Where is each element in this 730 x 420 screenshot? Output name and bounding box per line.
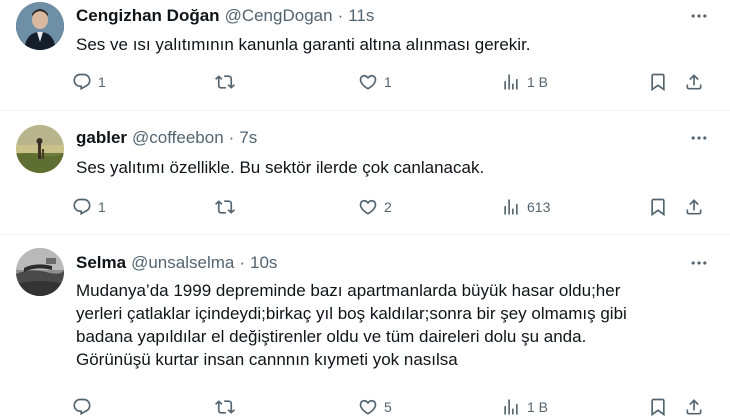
- like-count: 2: [384, 199, 392, 215]
- author-name[interactable]: gabler: [76, 128, 127, 148]
- bookmark-icon: [648, 197, 668, 217]
- views-count: 1 B: [527, 399, 549, 415]
- tweet-header: Selma @unsalselma · 10s: [76, 251, 277, 275]
- author-name[interactable]: Selma: [76, 253, 126, 273]
- bookmark-button[interactable]: [648, 195, 668, 219]
- bookmark-icon: [648, 397, 668, 417]
- views-button[interactable]: 613: [501, 195, 550, 219]
- tweet-text: Mudanya’da 1999 depreminde bazı apartman…: [76, 279, 696, 371]
- reply-count: 1: [98, 199, 106, 215]
- avatar[interactable]: [16, 248, 64, 296]
- reply-count: 1: [98, 74, 106, 90]
- retweet-button[interactable]: [215, 195, 241, 219]
- tweet-text: Ses ve ısı yalıtımının kanunla garanti a…: [76, 33, 696, 56]
- tweet-header: gabler @coffeebon · 7s: [76, 126, 257, 150]
- more-icon[interactable]: [686, 251, 712, 275]
- author-handle[interactable]: @CengDogan: [225, 6, 333, 26]
- tweet-text-line: Ses ve ısı yalıtımının kanunla garanti a…: [76, 35, 531, 54]
- timestamp[interactable]: 7s: [239, 128, 257, 148]
- retweet-button[interactable]: [215, 70, 241, 94]
- action-bar: 5 1 B: [72, 395, 712, 419]
- share-icon: [684, 72, 704, 92]
- tweet-text-line: Mudanya’da 1999 depreminde bazı apartman…: [76, 281, 621, 300]
- retweet-button[interactable]: [215, 395, 241, 419]
- share-button[interactable]: [684, 70, 704, 94]
- views-button[interactable]: 1 B: [501, 395, 548, 419]
- author-handle[interactable]: @coffeebon: [132, 128, 224, 148]
- tweet-header: Cengizhan Doğan @CengDogan · 11s: [76, 4, 374, 28]
- views-icon: [501, 72, 521, 92]
- bookmark-button[interactable]: [648, 395, 668, 419]
- timestamp[interactable]: 11s: [348, 6, 374, 26]
- reply-button[interactable]: 1: [72, 195, 106, 219]
- reply-button[interactable]: 1: [72, 70, 106, 94]
- reply-icon: [72, 72, 92, 92]
- like-count: 5: [384, 399, 392, 415]
- reply-button[interactable]: [72, 395, 98, 419]
- tweet-text-line: Görünüşü kurtar insan cannnın kıymeti yo…: [76, 350, 458, 369]
- action-bar: 1 2 613: [72, 195, 712, 219]
- author-name[interactable]: Cengizhan Doğan: [76, 6, 220, 26]
- reply-icon: [72, 197, 92, 217]
- tweet-text-line: Ses yalıtımı özellikle. Bu sektör ilerde…: [76, 158, 485, 177]
- avatar-landscape: [16, 125, 64, 173]
- tweet-text: Ses yalıtımı özellikle. Bu sektör ilerde…: [76, 156, 696, 179]
- separator-dot: ·: [337, 6, 344, 25]
- like-button[interactable]: 2: [358, 195, 392, 219]
- share-icon: [684, 197, 704, 217]
- tweet-3[interactable]: Selma @unsalselma · 10s Mudanya’da 1999 …: [0, 235, 730, 420]
- share-icon: [684, 397, 704, 417]
- like-count: 1: [384, 74, 392, 90]
- like-icon: [358, 397, 378, 417]
- bookmark-button[interactable]: [648, 70, 668, 94]
- views-icon: [501, 197, 521, 217]
- separator-dot: ·: [239, 253, 246, 272]
- avatar-photo: [16, 248, 64, 296]
- views-count: 613: [527, 199, 551, 215]
- tweet-1[interactable]: Cengizhan Doğan @CengDogan · 11s Ses ve …: [0, 0, 730, 114]
- avatar[interactable]: [16, 125, 64, 173]
- avatar-portrait: [16, 2, 64, 50]
- views-button[interactable]: 1 B: [501, 70, 548, 94]
- avatar[interactable]: [16, 2, 64, 50]
- tweet-text-line: badana yapıldılar el değiştirenler oldu …: [76, 327, 587, 346]
- separator-dot: ·: [228, 128, 235, 147]
- tweet-2[interactable]: gabler @coffeebon · 7s Ses yalıtımı özel…: [0, 111, 730, 236]
- more-icon[interactable]: [686, 126, 712, 150]
- retweet-icon: [215, 197, 235, 217]
- retweet-icon: [215, 72, 235, 92]
- like-icon: [358, 72, 378, 92]
- like-icon: [358, 197, 378, 217]
- tweet-text-line: yerleri çatlaklar içindeydi;birkaç yıl b…: [76, 304, 627, 323]
- views-count: 1 B: [527, 74, 549, 90]
- action-bar: 1 1 1 B: [72, 70, 712, 94]
- like-button[interactable]: 5: [358, 395, 392, 419]
- views-icon: [501, 397, 521, 417]
- like-button[interactable]: 1: [358, 70, 392, 94]
- share-button[interactable]: [684, 195, 704, 219]
- bookmark-icon: [648, 72, 668, 92]
- timestamp[interactable]: 10s: [250, 253, 277, 273]
- more-icon[interactable]: [686, 4, 712, 28]
- author-handle[interactable]: @unsalselma: [131, 253, 234, 273]
- share-button[interactable]: [684, 395, 704, 419]
- retweet-icon: [215, 397, 235, 417]
- reply-icon: [72, 397, 92, 417]
